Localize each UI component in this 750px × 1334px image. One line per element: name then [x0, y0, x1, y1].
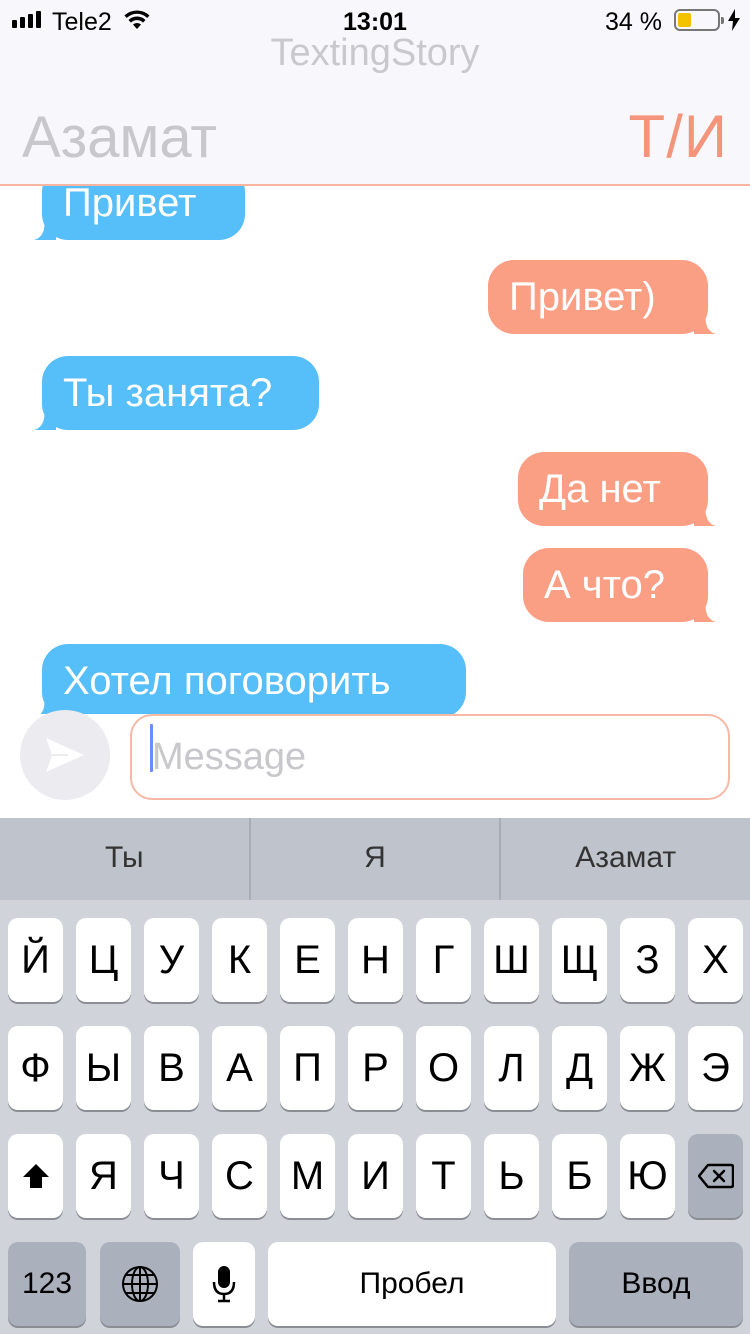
suggestion-bar: Ты Я Азамат [0, 818, 750, 900]
bubble-tail-icon [694, 312, 716, 334]
backspace-key[interactable] [688, 1134, 743, 1218]
key-letter[interactable]: Б [552, 1134, 607, 1218]
message-list[interactable]: Привет Привет) Ты занята? Да нет А что? … [0, 186, 750, 714]
suggestion-item[interactable]: Азамат [501, 818, 750, 900]
bubble-tail-icon [694, 504, 716, 526]
key-letter[interactable]: Ы [76, 1026, 131, 1110]
key-letter[interactable]: Ф [8, 1026, 63, 1110]
key-letter[interactable]: П [280, 1026, 335, 1110]
globe-key[interactable] [100, 1242, 180, 1326]
dictation-key[interactable] [193, 1242, 255, 1326]
shift-key[interactable] [8, 1134, 63, 1218]
enter-key[interactable]: Ввод [569, 1242, 743, 1326]
key-letter[interactable]: И [348, 1134, 403, 1218]
bubble-tail-icon [34, 408, 56, 430]
key-letter[interactable]: Ч [144, 1134, 199, 1218]
key-letter[interactable]: М [280, 1134, 335, 1218]
key-letter[interactable]: А [212, 1026, 267, 1110]
message-text: Привет) [509, 275, 656, 319]
key-letter[interactable]: Т [416, 1134, 471, 1218]
bubble-tail-icon [34, 218, 56, 240]
battery-level-fill [678, 13, 691, 27]
key-letter[interactable]: Э [688, 1026, 743, 1110]
message-text: Хотел поговорить [63, 659, 391, 703]
key-letter[interactable]: Н [348, 918, 403, 1002]
key-letter[interactable]: Ь [484, 1134, 539, 1218]
message-bubble-outgoing: Привет) [488, 260, 716, 334]
key-letter[interactable]: Г [416, 918, 471, 1002]
key-letter[interactable]: З [620, 918, 675, 1002]
message-bubble-incoming: Ты занята? [34, 356, 319, 430]
key-letter[interactable]: У [144, 918, 199, 1002]
key-letter[interactable]: В [144, 1026, 199, 1110]
space-key[interactable]: Пробел [268, 1242, 556, 1326]
key-letter[interactable]: Ц [76, 918, 131, 1002]
keyboard: Ты Я Азамат Й Ц У К Е Н Г Ш Щ З Х Ф Ы В … [0, 818, 750, 1334]
message-composer [0, 710, 750, 818]
message-text: Ты занята? [63, 371, 273, 415]
chat-header: TextingStory Азамат Т/И [0, 32, 750, 186]
key-letter[interactable]: Д [552, 1026, 607, 1110]
globe-icon [122, 1266, 158, 1302]
message-bubble-outgoing: Да нет [518, 452, 716, 526]
key-letter[interactable]: Ш [484, 918, 539, 1002]
backspace-icon [697, 1163, 734, 1189]
message-bubble-incoming: Привет [34, 186, 245, 240]
key-letter[interactable]: О [416, 1026, 471, 1110]
suggestion-item[interactable]: Ты [0, 818, 251, 900]
shift-arrow-icon [22, 1164, 49, 1188]
bubble-tail-icon [694, 600, 716, 622]
send-icon [46, 738, 84, 772]
contact-name[interactable]: Азамат [22, 104, 217, 171]
message-bubble-outgoing: А что? [523, 548, 716, 622]
suggestion-item[interactable]: Я [251, 818, 502, 900]
key-letter[interactable]: Ж [620, 1026, 675, 1110]
message-input[interactable] [130, 714, 730, 800]
key-letter[interactable]: Ю [620, 1134, 675, 1218]
key-letter[interactable]: К [212, 918, 267, 1002]
contact-initials[interactable]: Т/И [629, 102, 728, 171]
message-text: Привет [63, 186, 197, 225]
key-letter[interactable]: Я [76, 1134, 131, 1218]
text-caret [150, 724, 153, 772]
battery-icon [674, 9, 724, 31]
key-letter[interactable]: Щ [552, 918, 607, 1002]
send-button[interactable] [20, 710, 110, 800]
message-bubble-incoming: Хотел поговорить [40, 644, 466, 714]
key-letter[interactable]: Р [348, 1026, 403, 1110]
app-watermark-title: TextingStory [270, 32, 480, 74]
numbers-key[interactable]: 123 [8, 1242, 86, 1326]
key-letter[interactable]: Й [8, 918, 63, 1002]
key-letter[interactable]: С [212, 1134, 267, 1218]
message-text: А что? [544, 563, 665, 607]
key-letter[interactable]: Л [484, 1026, 539, 1110]
message-text: Да нет [539, 467, 661, 511]
microphone-icon [212, 1266, 236, 1303]
key-letter[interactable]: Е [280, 918, 335, 1002]
key-letter[interactable]: Х [688, 918, 743, 1002]
